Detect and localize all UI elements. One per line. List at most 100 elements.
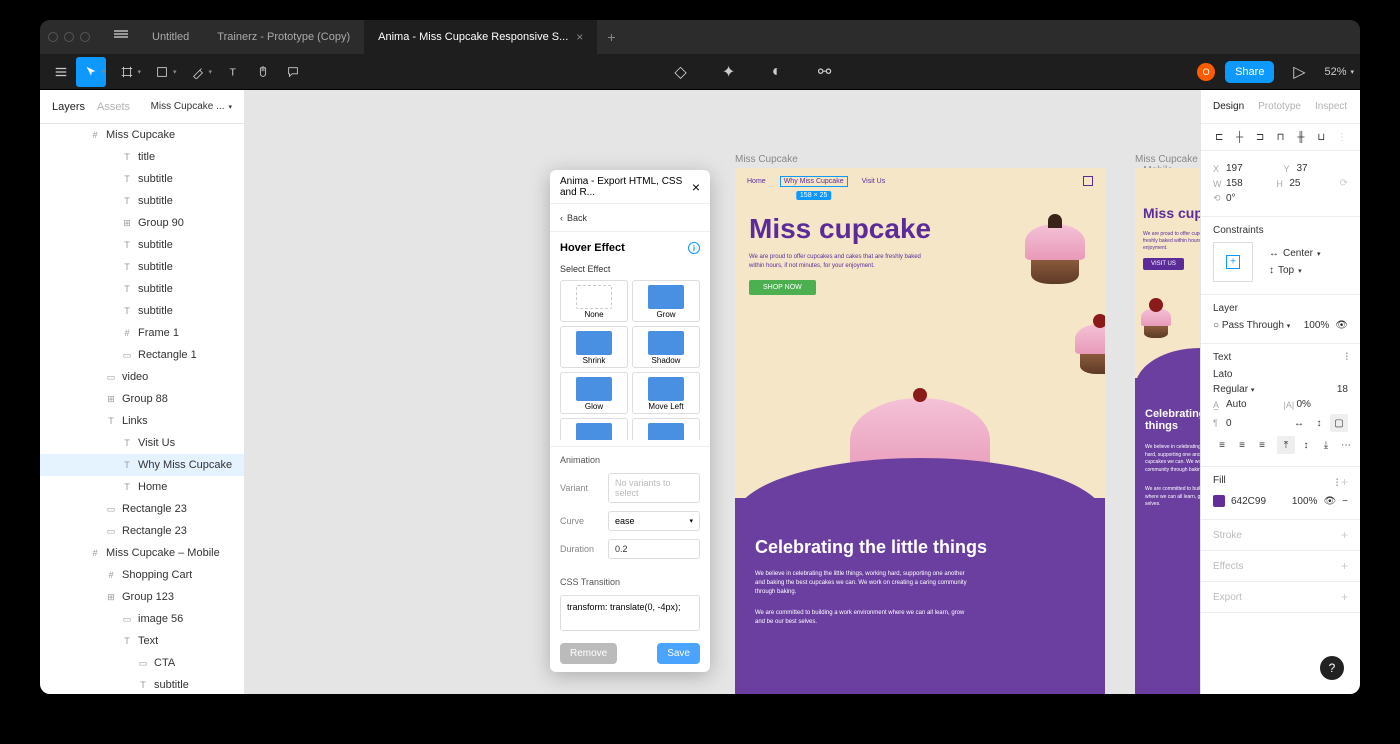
artboard-mobile[interactable]: Miss cupcake We are proud to offer cupca… — [1135, 168, 1200, 694]
tab-untitled[interactable]: Untitled — [138, 20, 203, 54]
effect-option-move-left[interactable]: Move Left — [632, 372, 700, 414]
x-input[interactable]: 197 — [1226, 163, 1243, 174]
layer-row[interactable]: #Miss Cupcake – Mobile — [40, 542, 244, 564]
text-more-icon[interactable]: ⋯ — [1341, 440, 1351, 451]
layers-tab[interactable]: Layers — [52, 101, 85, 113]
layer-row[interactable]: Tsubtitle — [40, 674, 244, 694]
layer-row[interactable]: #Miss Cupcake — [40, 124, 244, 146]
layer-row[interactable]: THome — [40, 476, 244, 498]
text-align-center-icon[interactable]: ≡ — [1233, 436, 1251, 454]
menu-button[interactable] — [46, 57, 76, 87]
layer-row[interactable]: ▭image 56 — [40, 608, 244, 630]
effect-option[interactable] — [632, 418, 700, 440]
visit-us-button[interactable]: VISIT US — [1143, 258, 1184, 270]
inspect-tab[interactable]: Inspect — [1315, 101, 1347, 112]
layer-row[interactable]: ▭video — [40, 366, 244, 388]
text-style-icon[interactable]: ⫶ — [1346, 352, 1349, 363]
layer-row[interactable]: Tsubtitle — [40, 168, 244, 190]
text-align-middle-icon[interactable]: ↕ — [1297, 436, 1315, 454]
hand-tool[interactable] — [248, 57, 278, 87]
mask-tool-icon[interactable]: ✦ — [714, 57, 744, 87]
remove-fill-icon[interactable]: − — [1342, 496, 1348, 507]
text-tool[interactable]: T — [218, 57, 248, 87]
effect-option-grow[interactable]: Grow — [632, 280, 700, 322]
lock-aspect-icon[interactable]: ⟳ — [1340, 178, 1348, 189]
component-tool-icon[interactable]: ◇ — [666, 57, 696, 87]
layer-row[interactable]: Ttitle — [40, 146, 244, 168]
plugin-back-button[interactable]: ‹Back — [550, 204, 710, 232]
zoom-control[interactable]: 52%▾ — [1324, 66, 1354, 78]
variant-select[interactable]: No variants to select — [608, 473, 700, 503]
add-stroke-icon[interactable]: + — [1341, 528, 1348, 542]
shop-now-button[interactable]: SHOP NOW — [749, 280, 816, 295]
align-vcenter-icon[interactable]: ╫ — [1295, 130, 1307, 144]
autowidth-icon[interactable]: ↔ — [1290, 414, 1308, 432]
paragraph-spacing-input[interactable]: ¶0 — [1213, 418, 1284, 429]
layer-row[interactable]: ⊞Group 88 — [40, 388, 244, 410]
y-input[interactable]: 37 — [1297, 163, 1308, 174]
pen-tool-caret[interactable]: ▾ — [209, 68, 213, 76]
blend-mode-select[interactable]: ○ Pass Through ▾ — [1213, 320, 1290, 331]
autoheight-icon[interactable]: ↕ — [1310, 414, 1328, 432]
link-tool-icon[interactable]: ⚯ — [810, 57, 840, 87]
tab-anima[interactable]: Anima - Miss Cupcake Responsive S...× — [364, 20, 597, 54]
layer-row[interactable]: TWhy Miss Cupcake — [40, 454, 244, 476]
fill-style-icon[interactable]: ⫶ — [1336, 478, 1339, 489]
user-avatar[interactable]: O — [1197, 63, 1215, 81]
window-controls[interactable] — [48, 32, 90, 42]
add-export-icon[interactable]: + — [1341, 590, 1348, 604]
text-align-bottom-icon[interactable]: ⤓ — [1317, 436, 1335, 454]
layer-row[interactable]: #Frame 1 — [40, 322, 244, 344]
close-tab-icon[interactable]: × — [576, 30, 583, 44]
cart-icon[interactable] — [1083, 176, 1093, 186]
distribute-icon[interactable]: ⋮ — [1336, 130, 1348, 144]
text-align-left-icon[interactable]: ≡ — [1213, 436, 1231, 454]
add-fill-icon[interactable]: + — [1341, 475, 1348, 489]
close-window-icon[interactable] — [48, 32, 58, 42]
comment-tool[interactable] — [278, 57, 308, 87]
layer-row[interactable]: Tsubtitle — [40, 300, 244, 322]
font-weight-select[interactable]: Regular ▾ — [1213, 384, 1254, 395]
effect-option-shadow[interactable]: Shadow — [632, 326, 700, 368]
fill-hex-input[interactable]: 642C99 — [1231, 496, 1266, 507]
visibility-icon[interactable]: 👁 — [1335, 320, 1348, 331]
text-align-top-icon[interactable]: ⤒ — [1277, 436, 1295, 454]
align-hcenter-icon[interactable]: ┼ — [1233, 130, 1245, 144]
save-button[interactable]: Save — [657, 643, 700, 664]
remove-button[interactable]: Remove — [560, 643, 617, 664]
layer-row[interactable]: ▭Rectangle 23 — [40, 498, 244, 520]
design-tab[interactable]: Design — [1213, 101, 1244, 112]
help-button[interactable]: ? — [1320, 656, 1344, 680]
layer-row[interactable]: Tsubtitle — [40, 190, 244, 212]
effect-option-glow[interactable]: Glow — [560, 372, 628, 414]
effect-option-shrink[interactable]: Shrink — [560, 326, 628, 368]
rotation-input[interactable]: 0° — [1226, 193, 1236, 204]
artboard-desktop[interactable]: Home Why Miss Cupcake 158 × 25 Visit Us … — [735, 168, 1105, 694]
layer-row[interactable]: Tsubtitle — [40, 234, 244, 256]
assets-tab[interactable]: Assets — [97, 101, 130, 113]
fill-visibility-icon[interactable]: 👁 — [1323, 496, 1336, 507]
effect-option-none[interactable]: None — [560, 280, 628, 322]
layer-row[interactable]: Tsubtitle — [40, 278, 244, 300]
shape-tool-caret[interactable]: ▾ — [173, 68, 177, 76]
present-button[interactable]: ▷ — [1284, 57, 1314, 87]
plugin-close-icon[interactable]: × — [692, 179, 700, 195]
prototype-tab[interactable]: Prototype — [1258, 101, 1301, 112]
canvas[interactable]: Miss Cupcake Miss Cupcake – Mobile Home … — [245, 90, 1200, 694]
layer-row[interactable]: Tsubtitle — [40, 256, 244, 278]
constraint-h-select[interactable]: ↔ Center ▾ — [1269, 248, 1348, 259]
nav-why-selected[interactable]: Why Miss Cupcake 158 × 25 — [780, 176, 848, 187]
frame-tool-caret[interactable]: ▾ — [138, 68, 142, 76]
info-icon[interactable]: i — [688, 242, 700, 254]
align-left-icon[interactable]: ⊏ — [1213, 130, 1225, 144]
move-tool-caret[interactable]: ▾ — [102, 68, 106, 76]
frame-label-desktop[interactable]: Miss Cupcake — [735, 154, 798, 165]
fill-swatch[interactable] — [1213, 495, 1225, 507]
line-height-input[interactable]: A̲Auto — [1213, 399, 1278, 410]
layer-row[interactable]: TLinks — [40, 410, 244, 432]
nav-home[interactable]: Home — [747, 178, 766, 185]
align-top-icon[interactable]: ⊓ — [1274, 130, 1286, 144]
boolean-tool-icon[interactable]: ◐ — [762, 57, 792, 87]
figma-logo-icon[interactable] — [114, 30, 128, 44]
layer-row[interactable]: ▭CTA — [40, 652, 244, 674]
